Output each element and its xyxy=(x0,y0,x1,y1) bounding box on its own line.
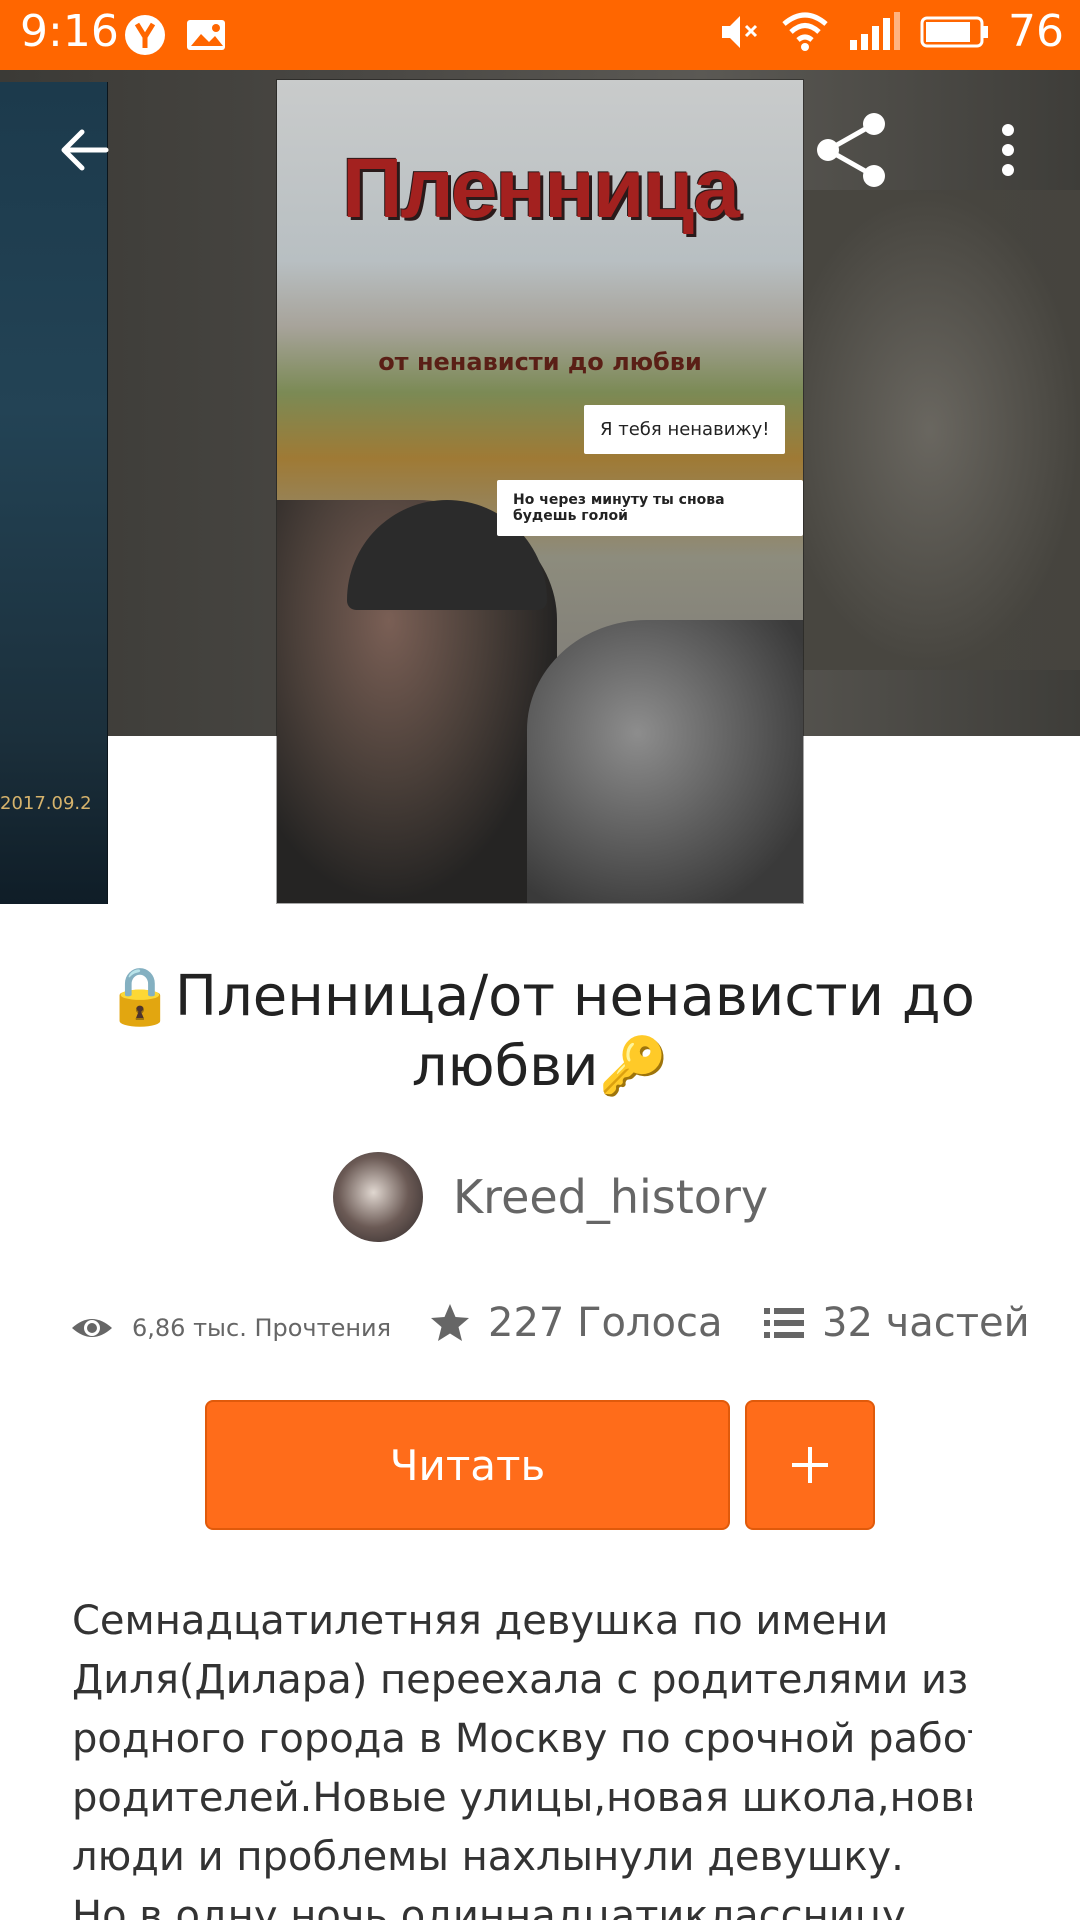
book-title: 🔒Пленница/от ненависти до любви🔑 xyxy=(70,962,1010,1102)
book-title-line-1: 🔒Пленница/от ненависти до xyxy=(105,964,975,1029)
description-line: родителей.Новые улицы,новая школа,новые xyxy=(72,1775,972,1821)
parts-count: 32 частей xyxy=(822,1300,1030,1346)
image-notification-icon xyxy=(187,20,225,50)
book-title-line-2: любви🔑 xyxy=(411,1034,669,1099)
reads-stat: 6,86 тыс. Прочтения xyxy=(70,1306,391,1350)
cover-subtitle: от ненависти до любви xyxy=(378,348,702,376)
votes-stat: 227 Голоса xyxy=(428,1300,722,1346)
plus-icon xyxy=(792,1447,828,1483)
battery-level: 76 xyxy=(1008,6,1064,57)
cover-title: Пленница xyxy=(342,141,740,235)
header-backdrop xyxy=(780,190,1080,670)
previous-book-cover[interactable]: 2017.09.2 xyxy=(0,82,108,904)
author-name[interactable]: Kreed_history xyxy=(453,1170,768,1224)
status-bar: 9:16 76 xyxy=(0,0,1080,70)
more-vert-icon xyxy=(1002,124,1014,176)
yandex-icon xyxy=(125,15,165,55)
book-description: Семнадцатилетняя девушка по имени Диля(Д… xyxy=(72,1592,972,1920)
cover-figure-woman xyxy=(527,620,803,903)
share-button[interactable] xyxy=(812,110,892,190)
description-line: родного города в Москву по срочной работ… xyxy=(72,1716,972,1762)
more-options-button[interactable] xyxy=(968,110,1048,190)
description-line: Диля(Дилара) переехала с родителями из xyxy=(72,1657,969,1703)
parts-stat: 32 частей xyxy=(762,1300,1030,1346)
eye-icon xyxy=(72,1319,112,1337)
author-avatar[interactable] xyxy=(333,1152,423,1242)
description-line: люди и проблемы нахлынули девушку. xyxy=(72,1834,904,1880)
signal-icon xyxy=(850,11,900,50)
previous-cover-date: 2017.09.2 xyxy=(0,793,92,814)
status-time: 9:16 xyxy=(20,6,119,57)
book-cover[interactable]: Пленница от ненависти до любви Я тебя не… xyxy=(277,80,803,903)
read-button[interactable]: Читать xyxy=(205,1400,730,1530)
author-row[interactable]: Kreed_history xyxy=(333,1152,768,1242)
share-icon xyxy=(817,113,885,187)
book-stats: 6,86 тыс. Прочтения 227 Голоса 32 частей xyxy=(70,1300,1030,1356)
add-to-library-button[interactable] xyxy=(745,1400,875,1530)
star-icon xyxy=(431,1304,469,1341)
status-right-group: 76 xyxy=(718,6,1064,57)
mute-icon xyxy=(722,15,758,48)
battery-icon xyxy=(920,16,988,47)
cover-speech-bubble-1: Я тебя ненавижу! xyxy=(584,405,786,454)
description-line: Семнадцатилетняя девушка по имени xyxy=(72,1598,889,1644)
reads-count: 6,86 тыс. Прочтения xyxy=(132,1314,392,1342)
wifi-icon xyxy=(782,12,828,51)
back-button[interactable] xyxy=(44,110,124,190)
cover-speech-bubble-2: Но через минуту ты снова будешь голой xyxy=(497,480,803,536)
description-line: Но в одну ночь одиннадцатиклассницу xyxy=(72,1893,906,1920)
arrow-left-icon xyxy=(61,129,109,171)
list-icon xyxy=(764,1308,804,1338)
votes-count: 227 Голоса xyxy=(488,1300,723,1346)
